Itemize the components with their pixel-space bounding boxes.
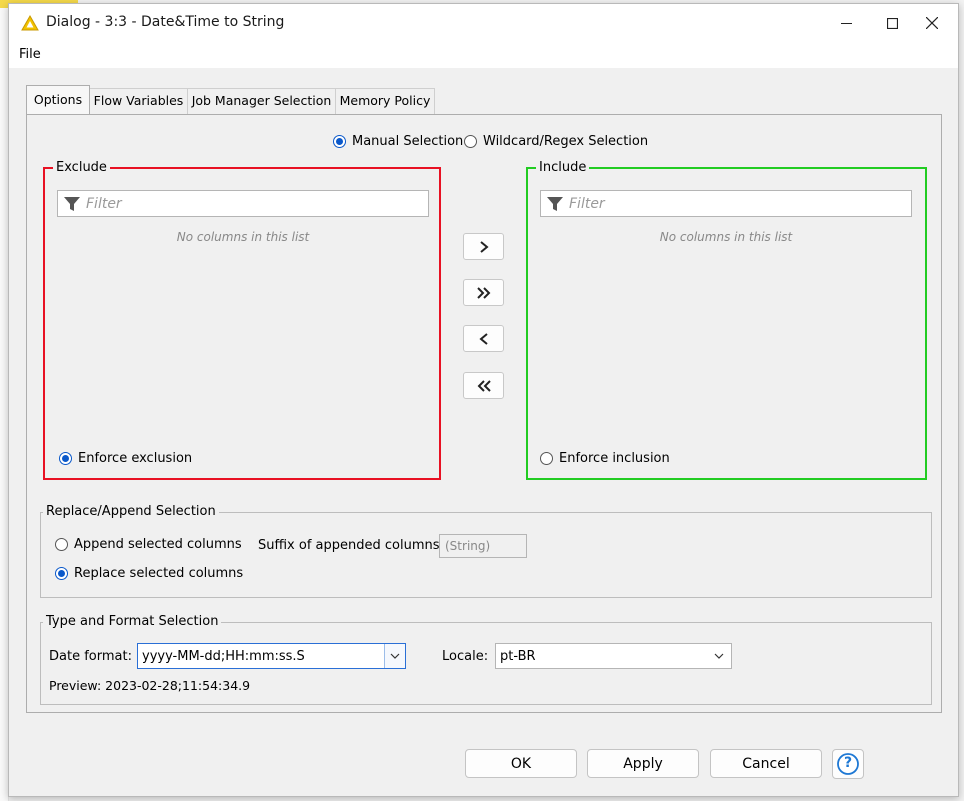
suffix-label: Suffix of appended columns: (258, 538, 444, 553)
enforce-inclusion-label: Enforce inclusion (559, 451, 670, 466)
help-glyph: ? (843, 755, 853, 771)
dialog-window: Dialog - 3:3 - Date&Time to String File … (8, 3, 959, 797)
cancel-button[interactable]: Cancel (710, 749, 822, 778)
tab-options[interactable]: Options (26, 85, 90, 114)
warning-icon (21, 15, 39, 31)
close-button[interactable] (909, 4, 955, 42)
maximize-icon (886, 17, 898, 29)
ok-button[interactable]: OK (465, 749, 577, 778)
minimize-icon (840, 22, 852, 24)
exclude-panel: Exclude Filter No columns in this list E… (43, 160, 441, 480)
exclude-legend: Exclude (53, 160, 110, 175)
locale-combo[interactable]: pt-BR (495, 643, 732, 669)
locale-value: pt-BR (500, 648, 536, 664)
include-filter-input[interactable]: Filter (540, 190, 912, 217)
type-format-section: Type and Format Selection Date format: y… (40, 614, 932, 705)
preview-text: Preview: 2023-02-28;11:54:34.9 (49, 678, 251, 693)
enforce-exclusion-label: Enforce exclusion (78, 451, 193, 466)
tab-job-manager-selection[interactable]: Job Manager Selection (187, 88, 336, 114)
include-panel: Include Filter No columns in this list E… (526, 160, 927, 480)
enforce-exclusion-radio[interactable] (59, 452, 72, 465)
replace-append-legend: Replace/Append Selection (43, 504, 219, 519)
chevron-down-icon (390, 653, 400, 659)
remove-button[interactable] (463, 325, 504, 352)
options-panel: Manual Selection Wildcard/Regex Selectio… (26, 114, 942, 713)
date-format-label: Date format: (49, 649, 132, 664)
manual-selection-label: Manual Selection (352, 134, 464, 149)
date-format-value: yyyy-MM-dd;HH:mm:ss.S (142, 648, 305, 664)
filter-icon (547, 196, 563, 211)
remove-all-button[interactable] (463, 372, 504, 399)
wildcard-selection-label: Wildcard/Regex Selection (483, 134, 649, 149)
tab-memory-policy[interactable]: Memory Policy (335, 88, 435, 114)
tab-flow-variables[interactable]: Flow Variables (89, 88, 188, 114)
chevron-right-icon (479, 240, 489, 253)
enforce-inclusion-radio[interactable] (540, 452, 553, 465)
chevron-down-icon (714, 653, 724, 659)
filter-icon (64, 196, 80, 211)
title-bar[interactable]: Dialog - 3:3 - Date&Time to String (9, 4, 958, 42)
suffix-input[interactable]: (String) (439, 534, 527, 558)
double-chevron-right-icon (476, 286, 490, 299)
include-legend: Include (536, 160, 590, 175)
enforce-inclusion-option[interactable]: Enforce inclusion (540, 451, 670, 466)
exclude-filter-placeholder: Filter (86, 195, 122, 212)
close-icon (926, 17, 938, 29)
replace-columns-radio[interactable] (55, 567, 68, 580)
replace-columns-option[interactable]: Replace selected columns (55, 566, 243, 581)
minimize-button[interactable] (823, 4, 869, 42)
window-title: Dialog - 3:3 - Date&Time to String (46, 14, 285, 30)
manual-selection-radio[interactable] (333, 135, 346, 148)
append-columns-radio[interactable] (55, 538, 68, 551)
wildcard-selection-radio[interactable] (464, 135, 477, 148)
chevron-left-icon (478, 332, 488, 345)
menu-file[interactable]: File (19, 47, 41, 62)
double-chevron-left-icon (477, 379, 491, 392)
replace-append-section: Replace/Append Selection Append selected… (40, 504, 932, 598)
append-columns-option[interactable]: Append selected columns (55, 537, 242, 552)
add-button[interactable] (463, 233, 504, 260)
date-format-dropdown-button[interactable] (384, 644, 405, 668)
include-empty-message: No columns in this list (659, 230, 793, 244)
replace-columns-label: Replace selected columns (74, 566, 244, 581)
menu-bar: File (9, 42, 958, 68)
wildcard-selection-option[interactable]: Wildcard/Regex Selection (464, 134, 648, 149)
enforce-exclusion-option[interactable]: Enforce exclusion (59, 451, 192, 466)
append-columns-label: Append selected columns (74, 537, 242, 552)
locale-label: Locale: (442, 649, 489, 664)
add-all-button[interactable] (463, 279, 504, 306)
apply-button[interactable]: Apply (587, 749, 699, 778)
exclude-filter-input[interactable]: Filter (57, 190, 429, 217)
exclude-empty-message: No columns in this list (176, 230, 310, 244)
type-format-legend: Type and Format Selection (43, 614, 222, 629)
manual-selection-option[interactable]: Manual Selection (333, 134, 463, 149)
include-filter-placeholder: Filter (569, 195, 605, 212)
help-button[interactable]: ? (832, 749, 864, 779)
date-format-combo[interactable]: yyyy-MM-dd;HH:mm:ss.S (137, 643, 406, 669)
